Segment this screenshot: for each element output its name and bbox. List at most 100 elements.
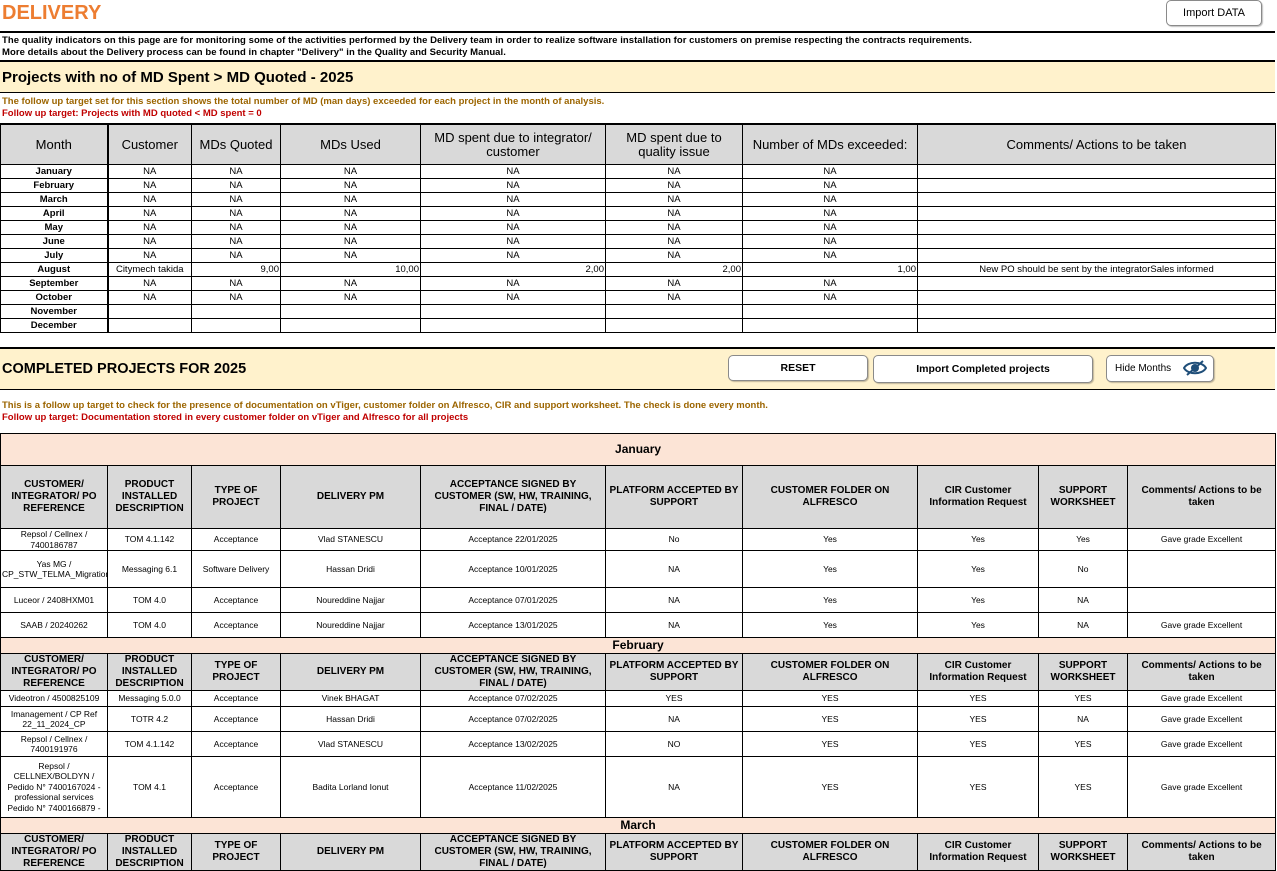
project-cell: Acceptance 07/01/2025 <box>420 587 606 613</box>
md-cell <box>917 318 1276 333</box>
project-cell: Gave grade Excellent <box>1126 528 1277 551</box>
md-cell: NA <box>191 178 281 193</box>
md-cell: NA <box>605 234 743 249</box>
project-cell: Repsol / CELLNEX/BOLDYN / Pedido N° 7400… <box>0 756 108 818</box>
md-cell: NA <box>605 290 743 305</box>
completed-header-cell: CIR Customer Information Request <box>917 653 1039 691</box>
md-section-notes: The follow up target set for this sectio… <box>2 96 604 120</box>
project-cell: NA <box>605 756 743 818</box>
md-month-cell: January <box>0 164 109 179</box>
md-header-cell: Month <box>0 123 109 165</box>
completed-header-cell: CIR Customer Information Request <box>917 833 1039 871</box>
completed-section-notes: This is a follow up target to check for … <box>2 400 768 424</box>
month-label: February <box>0 637 1277 654</box>
project-cell: YES <box>605 690 743 707</box>
project-cell: YES <box>917 706 1039 732</box>
md-cell: NA <box>742 248 918 263</box>
project-cell: TOM 4.1.142 <box>107 731 192 757</box>
md-cell: NA <box>605 220 743 235</box>
project-cell: NA <box>605 550 743 588</box>
intro-line-1: The quality indicators on this page are … <box>2 35 972 46</box>
project-cell: Yes <box>742 612 918 638</box>
md-cell: NA <box>742 178 918 193</box>
project-cell: Software Delivery <box>191 550 281 588</box>
project-cell: YES <box>917 731 1039 757</box>
md-cell <box>917 220 1276 235</box>
md-cell: NA <box>107 164 192 179</box>
md-cell <box>917 276 1276 291</box>
month-label: March <box>0 817 1277 834</box>
project-cell: Acceptance 07/02/2025 <box>420 706 606 732</box>
completed-header-cell: TYPE OF PROJECT <box>191 833 281 871</box>
md-cell: NA <box>107 220 192 235</box>
completed-header-cell: Comments/ Actions to be taken <box>1126 465 1277 529</box>
completed-header-cell: PLATFORM ACCEPTED BY SUPPORT <box>605 465 743 529</box>
project-cell: YES <box>1038 690 1128 707</box>
md-cell <box>420 304 606 319</box>
completed-header-cell: Comments/ Actions to be taken <box>1126 653 1277 691</box>
project-cell: Messaging 5.0.0 <box>107 690 192 707</box>
md-note-1: The follow up target set for this sectio… <box>2 96 605 107</box>
completed-header-cell: SUPPORT WORKSHEET <box>1038 465 1128 529</box>
md-cell: NA <box>191 192 281 207</box>
md-header-cell: MDs Quoted <box>191 123 281 165</box>
project-cell: Vinek BHAGAT <box>280 690 421 707</box>
md-row: December <box>0 318 1276 333</box>
md-cell <box>420 318 606 333</box>
md-cell: NA <box>107 178 192 193</box>
md-month-cell: November <box>0 304 109 319</box>
project-cell: Yes <box>917 587 1039 613</box>
reset-button[interactable]: RESET <box>728 355 868 381</box>
completed-header-cell: PRODUCT INSTALLED DESCRIPTION <box>107 465 192 529</box>
import-completed-projects-button[interactable]: Import Completed projects <box>873 355 1093 383</box>
project-cell: Yes <box>1038 528 1128 551</box>
project-cell: NA <box>1038 587 1128 613</box>
project-cell: NA <box>605 587 743 613</box>
md-section-title: Projects with no of MD Spent > MD Quoted… <box>2 68 354 86</box>
completed-note-2: Follow up target: Documentation stored i… <box>2 412 469 423</box>
md-month-cell: April <box>0 206 109 221</box>
project-cell: Acceptance 10/01/2025 <box>420 550 606 588</box>
project-cell: Acceptance <box>191 612 281 638</box>
md-cell <box>742 318 918 333</box>
project-cell: Vlad STANESCU <box>280 528 421 551</box>
project-cell: Acceptance <box>191 690 281 707</box>
md-header-cell: MD spent due to quality issue <box>605 123 743 165</box>
md-cell: NA <box>605 178 743 193</box>
md-cell: NA <box>420 220 606 235</box>
md-cell <box>107 318 192 333</box>
md-cell: NA <box>191 290 281 305</box>
md-row: November <box>0 304 1276 319</box>
md-cell <box>107 304 192 319</box>
project-cell: Acceptance <box>191 706 281 732</box>
completed-header-cell: SUPPORT WORKSHEET <box>1038 653 1128 691</box>
project-cell: TOM 4.1 <box>107 756 192 818</box>
md-header-cell: Customer <box>107 123 192 165</box>
project-cell: YES <box>917 690 1039 707</box>
md-cell: NA <box>420 276 606 291</box>
md-cell: NA <box>605 192 743 207</box>
hide-months-button[interactable]: Hide Months <box>1106 355 1214 382</box>
completed-header-cell: ACCEPTANCE SIGNED BY CUSTOMER (SW, HW, T… <box>420 465 606 529</box>
completed-header-cell: SUPPORT WORKSHEET <box>1038 833 1128 871</box>
md-cell: NA <box>191 164 281 179</box>
completed-header-cell: ACCEPTANCE SIGNED BY CUSTOMER (SW, HW, T… <box>420 653 606 691</box>
completed-header-cell: DELIVERY PM <box>280 653 421 691</box>
md-month-cell: May <box>0 220 109 235</box>
project-cell: Yes <box>742 528 918 551</box>
md-cell <box>917 290 1276 305</box>
project-cell: TOTR 4.2 <box>107 706 192 732</box>
project-cell: NA <box>1038 706 1128 732</box>
md-cell: NA <box>280 192 421 207</box>
project-cell: Hassan Dridi <box>280 706 421 732</box>
md-cell: NA <box>742 290 918 305</box>
md-row: June NA NA NA NA NA NA <box>0 234 1276 249</box>
md-cell <box>917 192 1276 207</box>
project-cell: Gave grade Excellent <box>1126 706 1277 732</box>
project-row: Yas MG / CP_STW_TELMA_MigrationVMS_20231… <box>0 550 1277 588</box>
project-cell: Videotron / 4500825109 <box>0 690 108 707</box>
md-cell <box>917 178 1276 193</box>
md-cell <box>605 304 743 319</box>
md-cell: NA <box>420 248 606 263</box>
import-data-button[interactable]: Import DATA <box>1166 0 1262 26</box>
